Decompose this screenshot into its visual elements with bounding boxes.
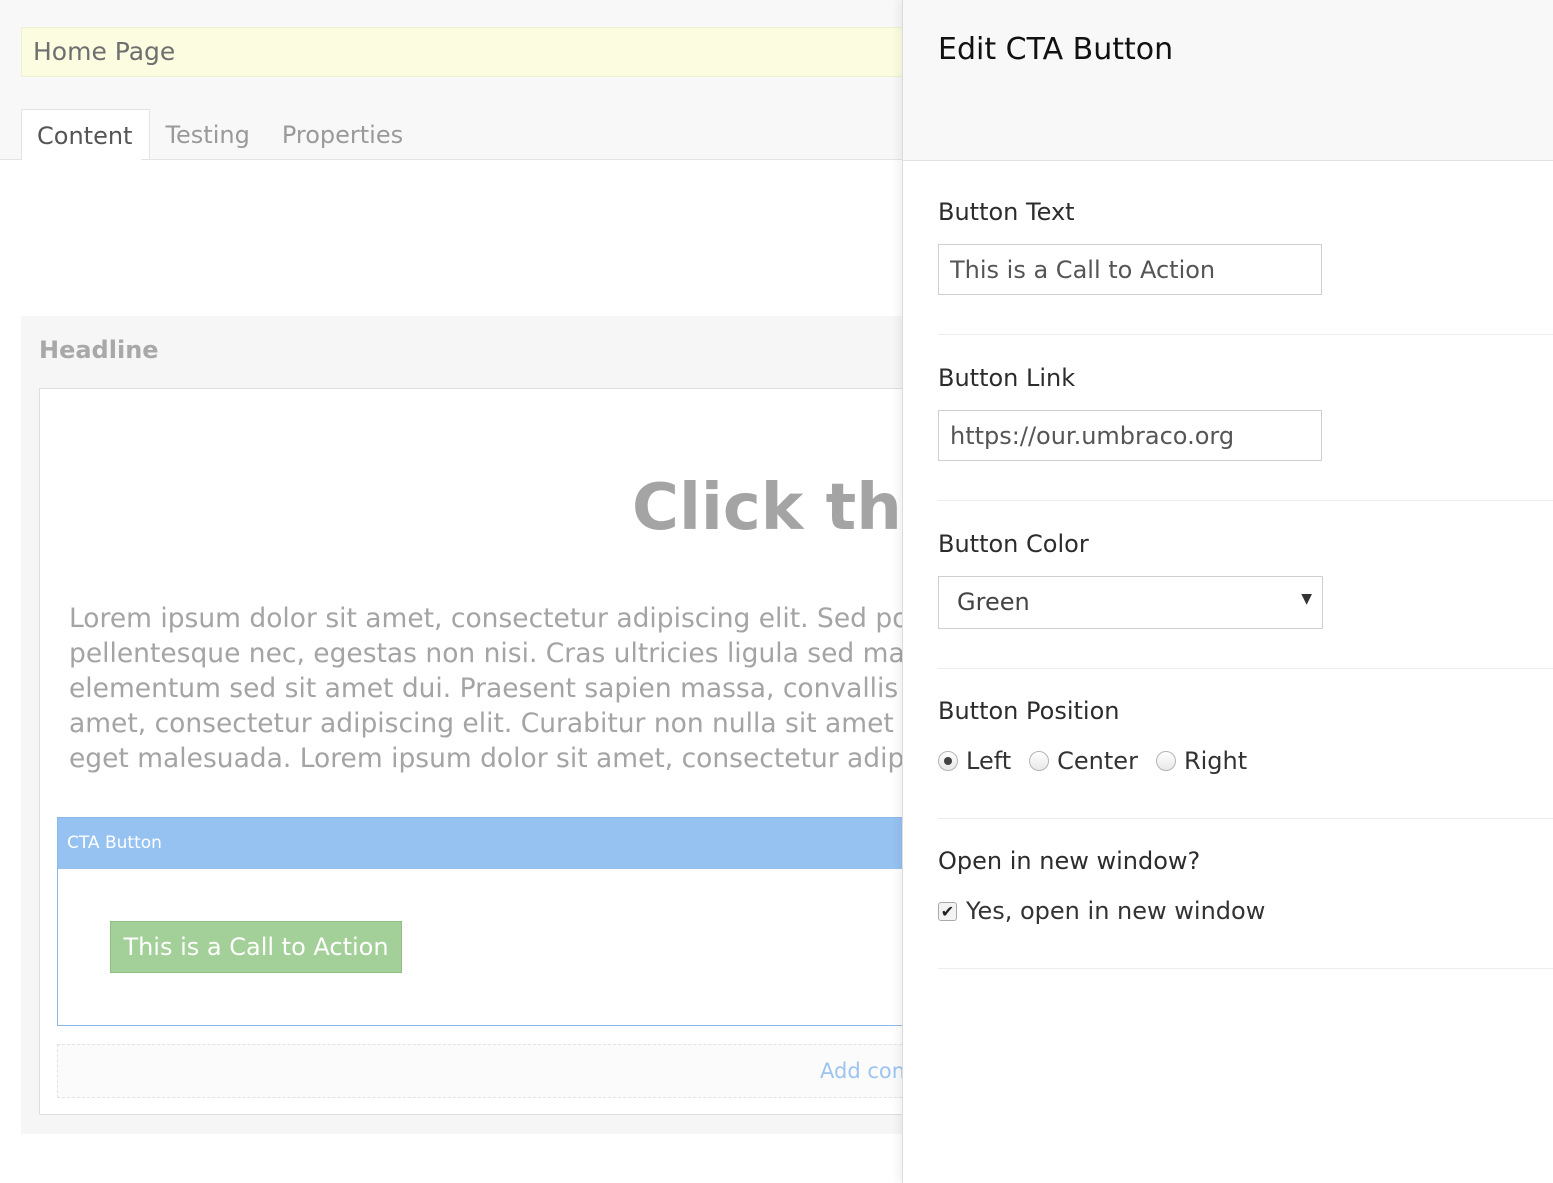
radio-option-center[interactable]: Center bbox=[1029, 747, 1138, 775]
text-line: amet, consectetur adipiscing elit. Curab… bbox=[69, 708, 927, 739]
new-window-checkbox-label: Yes, open in new window bbox=[966, 897, 1266, 925]
field-button-link: Button Link bbox=[938, 364, 1553, 501]
add-content-link[interactable]: Add con bbox=[820, 1059, 905, 1083]
edit-dialog: Edit CTA Button Button Text Button Link … bbox=[902, 0, 1553, 1183]
radio-label-center: Center bbox=[1057, 747, 1138, 775]
select-value: Green bbox=[957, 588, 1030, 616]
new-window-checkbox[interactable]: ✔ bbox=[938, 901, 957, 921]
new-window-option[interactable]: ✔ Yes, open in new window bbox=[938, 897, 1553, 925]
tab-divider bbox=[141, 159, 411, 160]
radio-label-right: Right bbox=[1183, 747, 1248, 775]
field-new-window: Open in new window? ✔ Yes, open in new w… bbox=[938, 847, 1553, 969]
button-color-label: Button Color bbox=[938, 530, 1089, 558]
text-line: pellentesque nec, egestas non nisi. Cras… bbox=[69, 638, 939, 669]
radio-option-left[interactable]: Left bbox=[938, 747, 1011, 775]
cta-block-header: CTA Button bbox=[58, 818, 1036, 869]
page: Home Page Content Testing Properties Hea… bbox=[0, 0, 1553, 1183]
field-button-color: Button Color Green ▼ bbox=[938, 530, 1553, 669]
button-position-label: Button Position bbox=[938, 697, 1120, 725]
dialog-title: Edit CTA Button bbox=[938, 32, 1174, 67]
button-link-label: Button Link bbox=[938, 364, 1076, 392]
dialog-header: Edit CTA Button bbox=[903, 0, 1553, 161]
button-link-input[interactable] bbox=[938, 410, 1322, 461]
field-button-position: Button Position Left Center Right bbox=[938, 697, 1553, 819]
grid-title: Headline bbox=[39, 336, 159, 364]
field-button-text: Button Text bbox=[938, 198, 1553, 335]
cta-block[interactable]: CTA Button This is a Call to Action bbox=[57, 817, 1037, 1026]
button-text-input[interactable] bbox=[938, 244, 1322, 295]
radio-left[interactable] bbox=[938, 751, 958, 771]
text-line: Lorem ipsum dolor sit amet, consectetur … bbox=[69, 603, 930, 634]
cta-preview-button[interactable]: This is a Call to Action bbox=[110, 921, 402, 973]
radio-option-right[interactable]: Right bbox=[1155, 747, 1248, 775]
radio-right[interactable] bbox=[1155, 751, 1176, 771]
tab-properties[interactable]: Properties bbox=[267, 109, 420, 161]
new-window-label: Open in new window? bbox=[938, 847, 1201, 875]
headline-text[interactable]: Click the bbox=[632, 471, 945, 545]
button-color-select[interactable]: Green ▼ bbox=[938, 576, 1323, 629]
chevron-down-icon: ▼ bbox=[1301, 591, 1312, 607]
text-line: eget malesuada. Lorem ipsum dolor sit am… bbox=[69, 743, 926, 774]
radio-label-left: Left bbox=[966, 747, 1012, 775]
add-content-area[interactable]: Add con bbox=[57, 1044, 1037, 1098]
position-radio-group: Left Center Right bbox=[938, 747, 1553, 775]
grid-panel: Headline Click the Lorem ipsum dolor sit… bbox=[21, 316, 1039, 1134]
text-line: elementum sed sit amet dui. Praesent sap… bbox=[69, 673, 923, 704]
button-text-label: Button Text bbox=[938, 198, 1075, 226]
radio-center[interactable] bbox=[1029, 751, 1050, 771]
tab-testing[interactable]: Testing bbox=[150, 109, 266, 161]
tab-content[interactable]: Content bbox=[21, 109, 151, 161]
rich-text-block[interactable]: Lorem ipsum dolor sit amet, consectetur … bbox=[69, 601, 969, 776]
grid-area: Click the Lorem ipsum dolor sit amet, co… bbox=[39, 388, 1039, 1115]
editor-tabs: Content Testing Properties bbox=[21, 109, 420, 161]
